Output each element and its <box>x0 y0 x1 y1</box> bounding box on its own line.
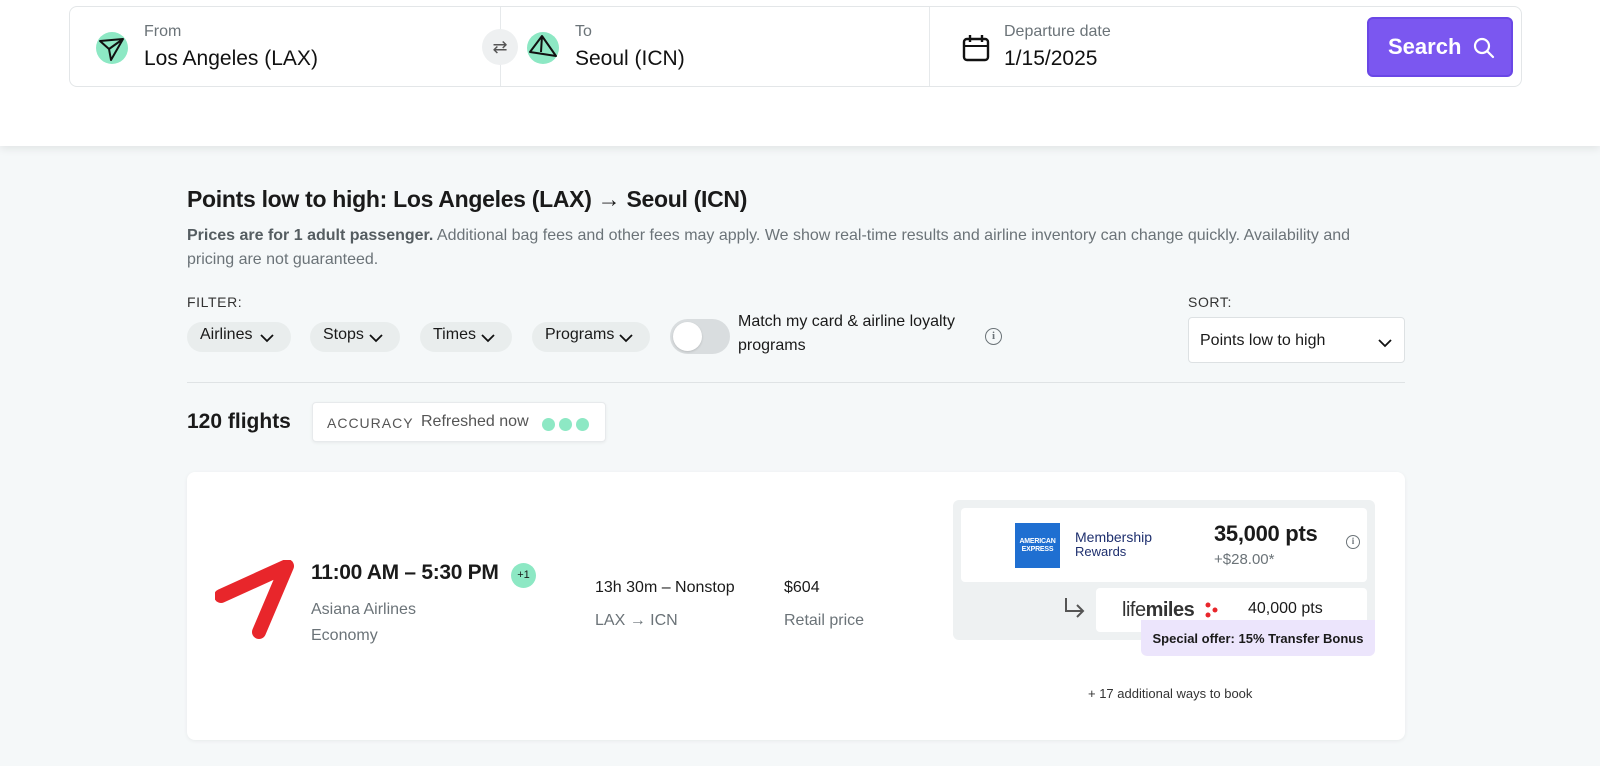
search-header: From Los Angeles (LAX) ⇄ To Seoul (ICN) … <box>0 0 1600 146</box>
date-value[interactable]: 1/15/2025 <box>1004 47 1097 71</box>
lifemiles-logo: lifemiles <box>1122 599 1195 622</box>
accuracy-dot <box>559 418 572 431</box>
amex-logo: AMERICAN EXPRESS <box>1015 523 1060 568</box>
program-name-sub: Rewards <box>1075 544 1127 559</box>
cabin-class: Economy <box>311 627 378 644</box>
membership-rewards-row[interactable]: AMERICAN EXPRESS Membership Rewards 35,0… <box>961 508 1367 582</box>
chevron-down-icon <box>260 334 274 343</box>
transfer-bonus-badge: Special offer: 15% Transfer Bonus <box>1141 620 1375 656</box>
sort-label: SORT: <box>1188 294 1232 310</box>
to-field[interactable]: To Seoul (ICN) <box>500 7 929 86</box>
accuracy-indicator: ACCURACY Refreshed now <box>312 402 606 442</box>
lifemiles-logo-bold: miles <box>1145 599 1195 621</box>
results-title: Points low to high: Los Angeles (LAX) → … <box>187 186 748 212</box>
price-disclaimer: Prices are for 1 adult passenger. Additi… <box>187 224 1397 272</box>
accuracy-dot <box>576 418 589 431</box>
from-label: From <box>144 23 182 40</box>
retail-price-label: Retail price <box>784 612 865 629</box>
date-label: Departure date <box>1004 23 1111 40</box>
search-icon <box>1473 37 1495 59</box>
info-icon[interactable]: i <box>985 328 1002 345</box>
filter-stops[interactable]: Stops <box>310 322 400 352</box>
to-label: To <box>575 23 592 40</box>
filter-times-label: Times <box>433 326 476 343</box>
to-value[interactable]: Seoul (ICN) <box>575 47 685 71</box>
flight-count: 120 flights <box>187 410 291 433</box>
program-name: Membership <box>1075 529 1153 545</box>
arrival-plane-icon <box>527 32 559 64</box>
toggle-knob <box>673 322 702 351</box>
accuracy-dot <box>542 418 555 431</box>
loyalty-match-label: Match my card & airline loyalty programs <box>738 313 955 354</box>
filter-airlines-label: Airlines <box>200 326 253 343</box>
chevron-down-icon <box>481 334 495 343</box>
divider <box>187 382 1405 383</box>
sort-dropdown[interactable]: Points low to high <box>1188 317 1405 363</box>
lifemiles-dots-icon <box>1205 602 1218 618</box>
filter-programs-label: Programs <box>545 326 615 343</box>
retail-price: $604 <box>784 579 820 596</box>
filter-stops-label: Stops <box>323 326 364 343</box>
lifemiles-logo-light: life <box>1122 599 1146 621</box>
departure-plane-icon <box>96 32 128 64</box>
info-icon[interactable]: i <box>1346 535 1360 549</box>
booking-option[interactable]: AMERICAN EXPRESS Membership Rewards 35,0… <box>953 500 1375 640</box>
loyalty-match-toggle[interactable] <box>670 319 730 354</box>
swap-icon[interactable]: ⇄ <box>482 29 518 65</box>
chevron-down-icon <box>1378 339 1392 348</box>
from-value[interactable]: Los Angeles (LAX) <box>144 47 318 71</box>
filter-label: FILTER: <box>187 294 243 310</box>
filter-times[interactable]: Times <box>420 322 512 352</box>
sort-value: Points low to high <box>1200 332 1326 349</box>
additional-ways-link[interactable]: + 17 additional ways to book <box>1088 686 1252 701</box>
filter-programs[interactable]: Programs <box>532 322 650 352</box>
taxes-fees: +$28.00* <box>1214 551 1275 568</box>
flight-route: LAX → ICN <box>595 612 678 629</box>
partner-points: 40,000 pts <box>1248 600 1323 617</box>
airline-name: Asiana Airlines <box>311 601 416 618</box>
disclaimer-bold: Prices are for 1 adult passenger. <box>187 227 434 244</box>
flight-search-bar: From Los Angeles (LAX) ⇄ To Seoul (ICN) … <box>69 6 1522 87</box>
transfer-arrow-icon <box>1065 598 1085 618</box>
chevron-down-icon <box>369 334 383 343</box>
chevron-down-icon <box>619 334 633 343</box>
calendar-icon <box>960 32 992 64</box>
date-field[interactable]: Departure date 1/15/2025 <box>929 7 1358 86</box>
asiana-airlines-logo <box>215 560 294 639</box>
flight-times: 11:00 AM – 5:30 PM <box>311 561 499 584</box>
flight-duration: 13h 30m – Nonstop <box>595 579 735 596</box>
accuracy-value: Refreshed now <box>421 413 529 430</box>
search-button-label: Search <box>1388 34 1462 59</box>
points-price: 35,000 pts <box>1214 521 1318 546</box>
filter-airlines[interactable]: Airlines <box>187 322 291 352</box>
accuracy-label: ACCURACY <box>327 415 414 431</box>
from-field[interactable]: From Los Angeles (LAX) <box>70 7 500 86</box>
flight-result-card[interactable]: 11:00 AM – 5:30 PM +1 Asiana Airlines Ec… <box>187 472 1405 740</box>
search-button[interactable]: Search <box>1367 17 1513 77</box>
day-offset-badge: +1 <box>511 563 536 588</box>
